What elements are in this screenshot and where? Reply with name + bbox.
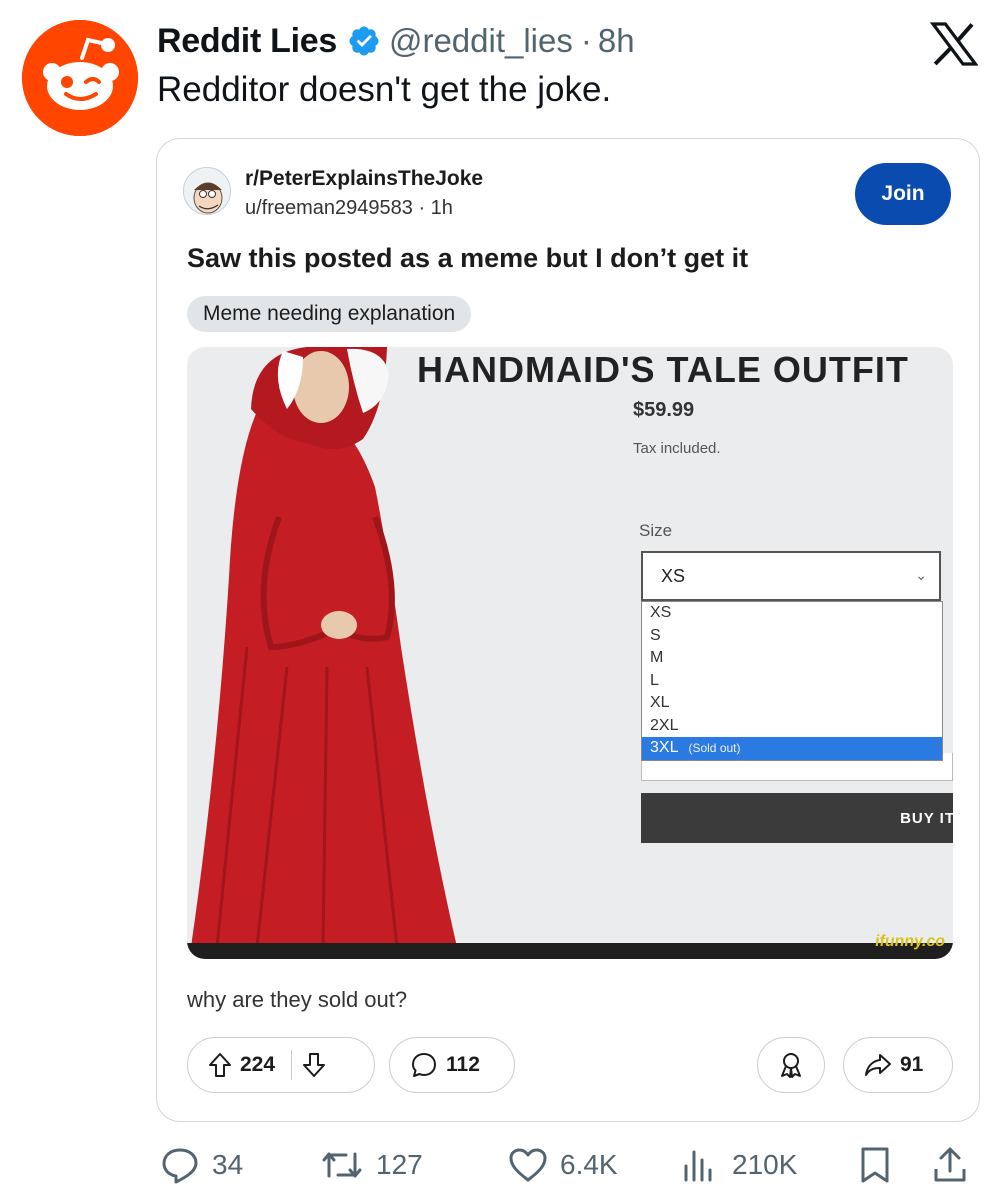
size-dropdown-list: XS S M L XL 2XL 3XL (Sold out)	[641, 601, 943, 761]
upvote-icon[interactable]	[208, 1052, 232, 1078]
like-count: 6.4K	[560, 1149, 618, 1180]
join-button[interactable]: Join	[855, 163, 951, 225]
tax-note: Tax included.	[633, 440, 721, 457]
size-option: 2XL	[650, 716, 679, 734]
retweet-icon	[322, 1152, 362, 1178]
author-avatar[interactable]	[22, 20, 138, 136]
reply-icon	[162, 1148, 198, 1184]
retweet-count: 127	[376, 1149, 423, 1180]
peter-face-icon	[184, 168, 230, 214]
comment-count: 112	[446, 1053, 480, 1076]
watermark-strip	[187, 943, 953, 959]
comments-button[interactable]: 112	[389, 1037, 515, 1093]
product-price: $59.99	[633, 399, 695, 421]
subreddit-avatar[interactable]	[183, 167, 231, 215]
author-display-name[interactable]: Reddit Lies	[157, 22, 337, 61]
post-body-text: why are they sold out?	[187, 987, 408, 1012]
subreddit-name[interactable]: r/PeterExplainsTheJoke	[245, 167, 483, 191]
chevron-down-icon: ⌄	[915, 567, 927, 583]
x-logo-icon[interactable]	[930, 22, 978, 66]
size-select: XS ⌄	[641, 551, 941, 601]
upvote-count: 224	[240, 1053, 276, 1076]
post-author-meta: u/freeman2949583 · 1h	[245, 197, 453, 219]
reply-count: 34	[212, 1149, 244, 1180]
meta-separator: ·	[580, 22, 592, 59]
highlighted-size: 3XL	[650, 739, 679, 756]
award-button[interactable]	[757, 1037, 825, 1093]
size-option: XS	[650, 604, 672, 621]
size-option-highlighted: 3XL (Sold out)	[642, 737, 942, 760]
retweet-button[interactable]: 127	[320, 1142, 423, 1188]
share-icon	[934, 1147, 966, 1182]
sold-out-note: (Sold out)	[688, 741, 741, 755]
reddit-logo-icon	[22, 20, 138, 136]
share-tweet-button[interactable]	[930, 1142, 970, 1188]
author-handle[interactable]: @reddit_lies	[389, 22, 573, 60]
vote-divider	[291, 1050, 293, 1080]
verified-badge-icon	[349, 26, 379, 56]
size-option: S	[650, 626, 661, 644]
bookmark-icon	[861, 1147, 889, 1183]
tweet-timestamp[interactable]: 8h	[598, 22, 635, 60]
view-count: 210K	[732, 1149, 798, 1180]
like-button[interactable]: 6.4K	[508, 1142, 618, 1188]
share-count: 91	[900, 1053, 924, 1076]
size-option: XL	[650, 694, 670, 711]
meme-image[interactable]: HANDMAID'S TALE OUTFIT $59.99 Tax includ…	[187, 347, 953, 959]
tweet-text: Redditor doesn't get the joke.	[157, 70, 612, 109]
share-arrow-icon	[865, 1054, 891, 1076]
views-icon	[684, 1150, 712, 1182]
post-title[interactable]: Saw this posted as a meme but I don’t ge…	[187, 243, 748, 274]
red-robe-costume-illustration	[191, 347, 457, 947]
product-title: HANDMAID'S TALE OUTFIT	[417, 349, 909, 390]
size-option: M	[650, 649, 664, 666]
size-select-value: XS	[661, 565, 686, 586]
comment-bubble-icon	[412, 1053, 436, 1077]
post-flair[interactable]: Meme needing explanation	[187, 296, 472, 332]
tweet-author-line: Reddit Lies @reddit_lies · 8h	[157, 18, 635, 64]
downvote-icon[interactable]	[302, 1052, 326, 1078]
award-icon	[781, 1053, 801, 1078]
size-option: L	[650, 671, 659, 689]
reddit-post-card[interactable]: r/PeterExplainsTheJoke u/freeman2949583 …	[156, 138, 980, 1122]
views-button[interactable]: 210K	[680, 1142, 797, 1188]
share-button[interactable]: 91	[843, 1037, 953, 1093]
vote-pill: 224	[187, 1037, 375, 1093]
ifunny-watermark: ifunny.co	[873, 933, 947, 950]
like-icon	[509, 1148, 547, 1182]
bookmark-button[interactable]	[858, 1142, 892, 1188]
size-label: Size	[639, 521, 673, 540]
buy-it-button: BUY IT	[641, 793, 953, 843]
reply-button[interactable]: 34	[160, 1142, 243, 1188]
